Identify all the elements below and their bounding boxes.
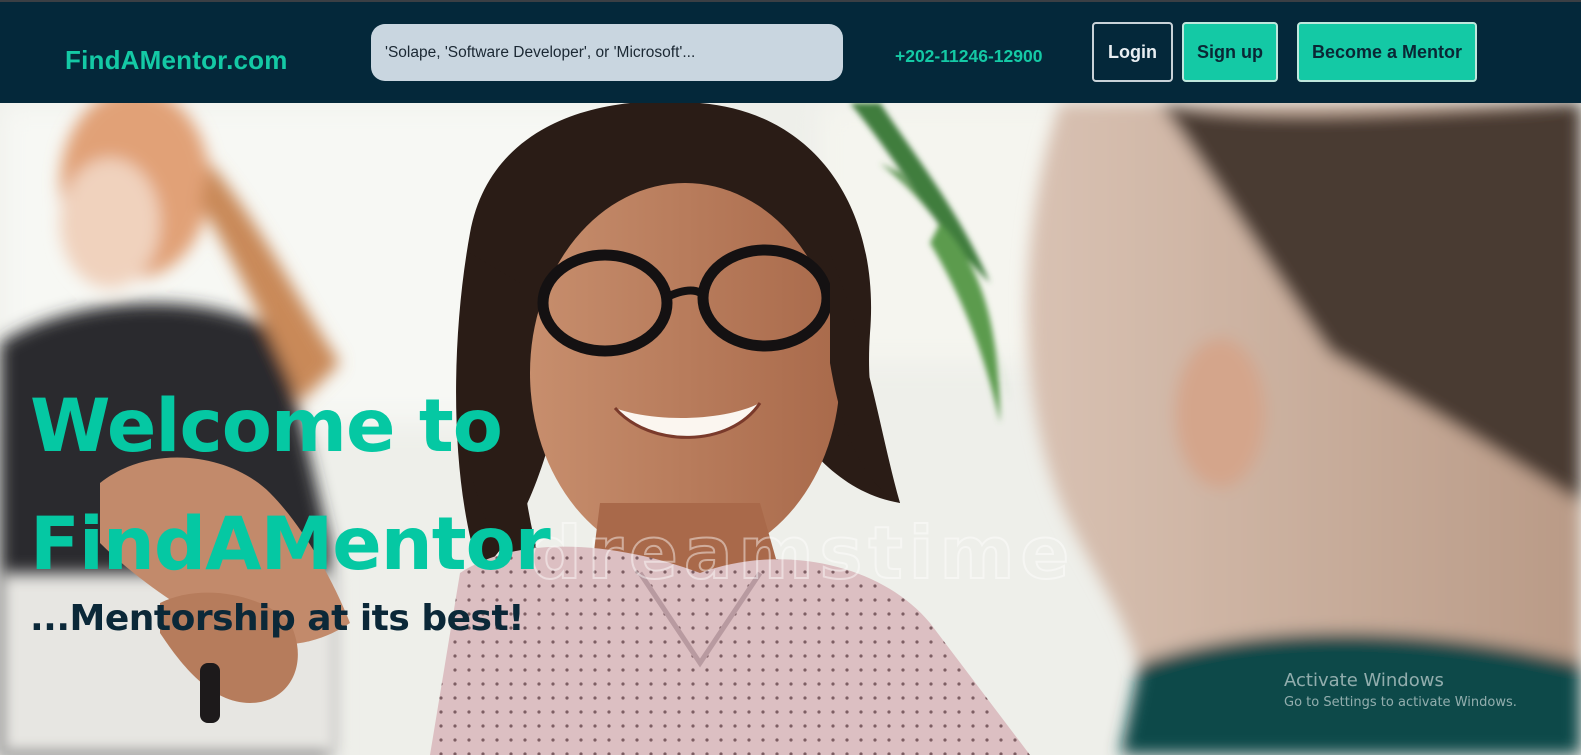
activate-windows-subtitle: Go to Settings to activate Windows. [1284, 695, 1517, 710]
become-mentor-button[interactable]: Become a Mentor [1297, 22, 1477, 82]
hero-tagline: ...Mentorship at its best! [30, 598, 525, 639]
hero-section: dreamstime Welcome to FindAMentor ...Men… [0, 103, 1581, 755]
search-input[interactable] [371, 24, 843, 81]
login-button[interactable]: Login [1092, 22, 1173, 82]
navbar: FindAMentor.com +202-11246-12900 Login S… [0, 0, 1581, 103]
activate-windows-watermark: Activate Windows Go to Settings to activ… [1284, 670, 1517, 710]
brand-logo-link[interactable]: FindAMentor.com [65, 45, 288, 76]
activate-windows-title: Activate Windows [1284, 670, 1444, 691]
hero-headline: Welcome to FindAMentor [30, 384, 551, 587]
signup-button[interactable]: Sign up [1182, 22, 1278, 82]
phone-number: +202-11246-12900 [895, 46, 1043, 66]
page: FindAMentor.com +202-11246-12900 Login S… [0, 0, 1581, 755]
